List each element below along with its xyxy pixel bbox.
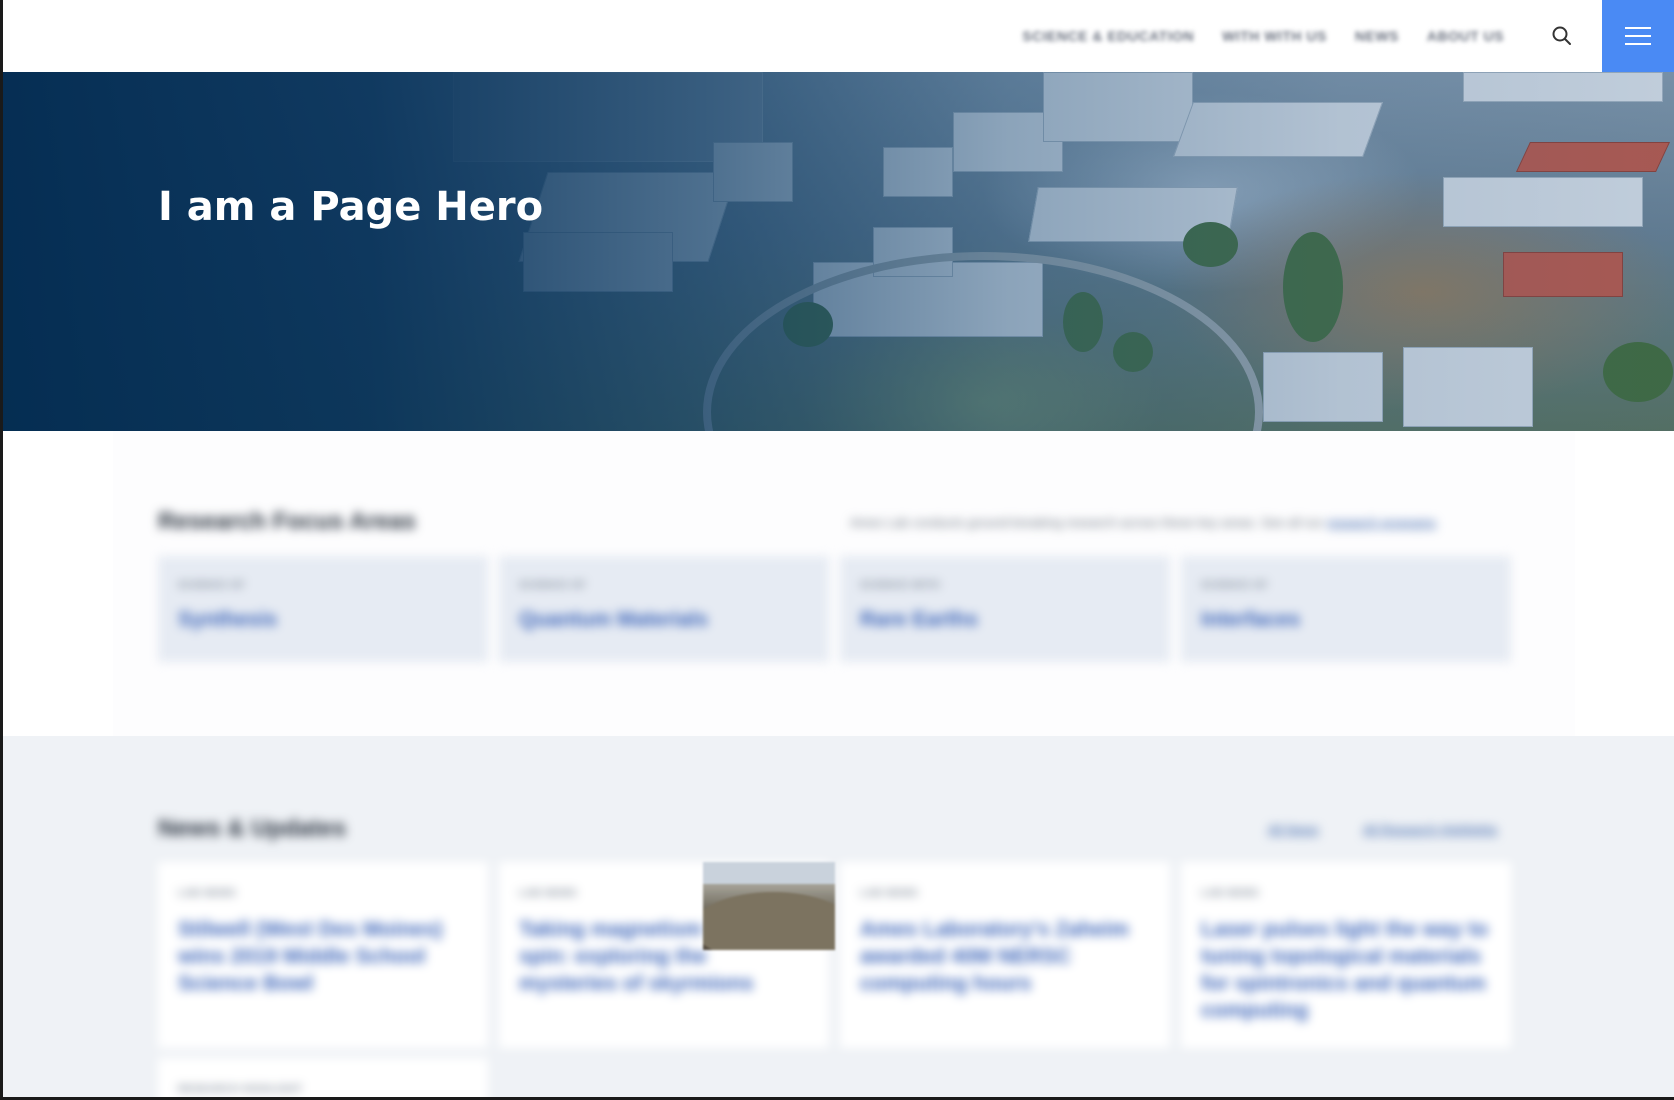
- focus-card-quantum-materials[interactable]: SCIENCE OF Quantum Materials: [499, 556, 829, 662]
- page-title: I am a Page Hero: [158, 184, 544, 230]
- menu-icon: [1625, 27, 1651, 29]
- focus-section-description: Ames Lab conducts ground-breaking resear…: [850, 515, 1437, 530]
- focus-section-title: Research Focus Areas: [158, 508, 416, 535]
- news-card[interactable]: LAB NEWS Stilwell (West Des Moines) wins…: [158, 862, 488, 1048]
- all-research-highlights-link[interactable]: All Research Highlights: [1363, 822, 1497, 837]
- hamburger-menu-button[interactable]: [1602, 0, 1674, 72]
- news-card[interactable]: LAB NEWS Laser pulses light the way to t…: [1181, 862, 1511, 1048]
- nav-item-about-us[interactable]: ABOUT US: [1427, 28, 1504, 44]
- page: SCIENCE & EDUCATION WITH WITH US NEWS AB…: [3, 0, 1674, 1097]
- focus-card-rare-earths[interactable]: SCIENCE WITH Rare Earths: [840, 556, 1170, 662]
- search-icon[interactable]: [1550, 24, 1574, 48]
- news-thumbnail-image[interactable]: [703, 862, 835, 950]
- focus-card-interfaces[interactable]: SCIENCE OF Interfaces: [1181, 556, 1511, 662]
- nav-item-science-education[interactable]: SCIENCE & EDUCATION: [1022, 28, 1194, 44]
- all-news-link[interactable]: All News: [1268, 822, 1319, 837]
- research-programs-link[interactable]: research programs: [1327, 515, 1436, 530]
- focus-card-synthesis[interactable]: SCIENCE OF Synthesis: [158, 556, 488, 662]
- news-section-title: News & Updates: [158, 815, 347, 842]
- site-header: SCIENCE & EDUCATION WITH WITH US NEWS AB…: [3, 0, 1674, 72]
- browser-frame: SCIENCE & EDUCATION WITH WITH US NEWS AB…: [0, 0, 1674, 1100]
- news-card[interactable]: RESEARCH HIGHLIGHT: [158, 1058, 488, 1097]
- nav-item-news[interactable]: NEWS: [1355, 28, 1399, 44]
- news-card[interactable]: LAB NEWS Ames Laboratory's Zaheim awarde…: [840, 862, 1170, 1048]
- hero-gradient-overlay: [3, 72, 1674, 431]
- nav-item-work-with-us[interactable]: WITH WITH US: [1222, 28, 1327, 44]
- main-nav: SCIENCE & EDUCATION WITH WITH US NEWS AB…: [1022, 0, 1504, 72]
- page-hero: I am a Page Hero: [3, 72, 1674, 431]
